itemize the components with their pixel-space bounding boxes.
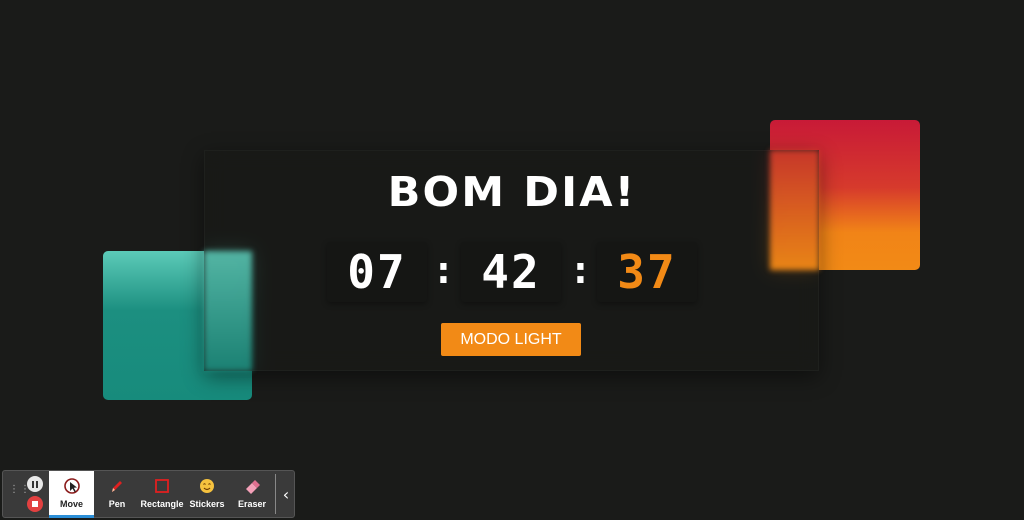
sticker-icon [200, 479, 214, 493]
tool-eraser[interactable]: Eraser [230, 471, 274, 517]
clock-hours: 07 [327, 242, 427, 302]
eraser-icon [246, 480, 260, 494]
tool-label: Stickers [189, 499, 225, 509]
digital-clock: 07 : 42 : 37 [0, 242, 1024, 302]
drag-handle-icon[interactable]: ⋮⋮ [9, 485, 30, 503]
tool-label: Rectangle [140, 499, 184, 509]
tool-pen[interactable]: Pen [95, 471, 139, 517]
light-mode-button[interactable]: MODO LIGHT [441, 323, 581, 356]
cursor-icon [63, 478, 80, 494]
toolbar-divider [275, 474, 276, 514]
annotation-toolbar: ⋮⋮ Move Pen Rectangle Stickers Eraser ‹ [2, 470, 295, 518]
rectangle-icon [155, 479, 169, 493]
tool-label: Pen [108, 499, 126, 509]
greeting-title: BOM DIA! [387, 168, 637, 216]
chevron-left-icon[interactable]: ‹ [279, 484, 293, 504]
tool-label: Move [59, 499, 83, 509]
clock-separator: : [432, 248, 455, 292]
clock-seconds: 37 [597, 242, 697, 302]
tool-stickers[interactable]: Stickers [185, 471, 229, 517]
tool-label: Eraser [237, 499, 267, 509]
clock-minutes: 42 [461, 242, 561, 302]
tool-move[interactable]: Move [49, 471, 94, 518]
pen-icon [112, 481, 122, 492]
pause-icon[interactable] [27, 476, 43, 492]
tool-rectangle[interactable]: Rectangle [140, 471, 184, 517]
clock-separator: : [569, 248, 592, 292]
stop-icon[interactable] [27, 496, 43, 512]
